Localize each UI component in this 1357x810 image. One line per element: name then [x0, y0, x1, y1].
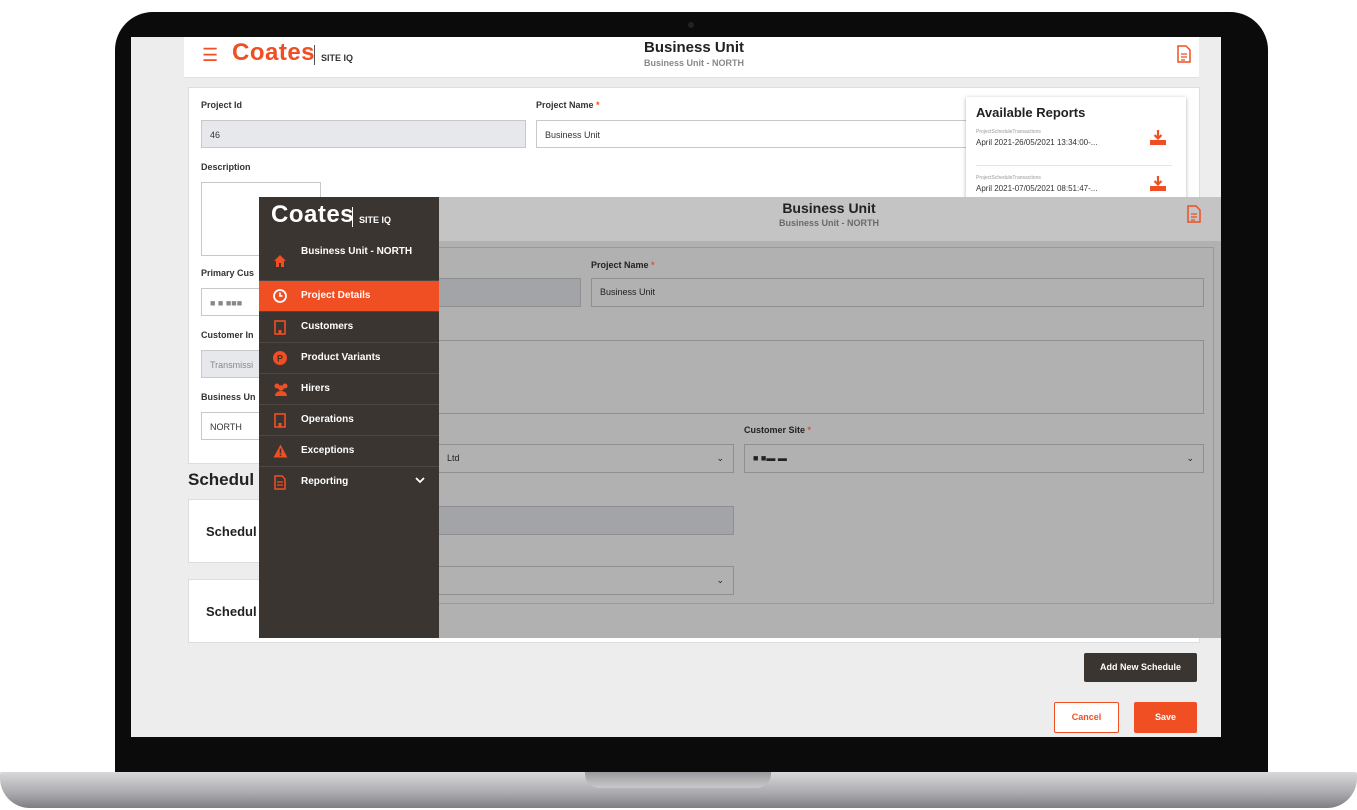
logo-divider [314, 45, 315, 65]
sidebar-item-label: Product Variants [301, 352, 381, 363]
sidebar-nav: Coates SITE IQ Business Unit - NORTH Pro… [259, 197, 439, 638]
sidebar-item-business-unit[interactable]: Business Unit - NORTH [259, 241, 439, 281]
report-name: ProjectScheduleTransactions [976, 175, 1041, 181]
page-title: Business Unit [643, 39, 745, 56]
sidebar-item-operations[interactable]: Operations [259, 405, 439, 436]
customer-site-value: ■ ■▬ ▬ [753, 453, 787, 463]
report-date: April 2021-07/05/2021 08:51:47-... [976, 184, 1098, 193]
overlay-form-card: Project Name * Business Unit Customer Si… [437, 247, 1214, 604]
overlay-project-name-field[interactable]: Business Unit [591, 278, 1204, 307]
chevron-down-icon: ⌄ [716, 575, 724, 585]
building-icon [273, 413, 287, 428]
customer-site-label: Customer Site * [744, 425, 812, 435]
overlay-window: Business Unit Business Unit - NORTH Proj… [259, 197, 1221, 638]
page-subtitle: Business Unit - NORTH [643, 58, 744, 68]
description-label: Description [201, 162, 251, 172]
project-name-label: Project Name * [536, 100, 600, 110]
overlay-page-subtitle: Business Unit - NORTH [778, 218, 879, 228]
overlay-description-textarea[interactable] [438, 340, 1204, 414]
p-circle-icon: P [273, 351, 287, 365]
schedule-card-label: Schedul [206, 604, 257, 619]
report-name: ProjectScheduleTransactions [976, 129, 1041, 135]
overlay-project-name-label: Project Name * [591, 260, 655, 270]
overlay-customer-value: Ltd [447, 453, 460, 463]
overlay-page-title: Business Unit [782, 200, 876, 216]
sidebar-item-label: Exceptions [301, 445, 355, 456]
sidebar-item-label: Reporting [301, 476, 349, 487]
sidebar-item-product-variants[interactable]: P Product Variants [259, 343, 439, 374]
home-icon [273, 254, 287, 268]
building-icon [273, 320, 287, 335]
sidebar-brand-suffix: SITE IQ [359, 215, 392, 225]
chevron-down-icon: ⌄ [1186, 453, 1194, 463]
clock-icon [273, 289, 287, 303]
customer-in-label: Customer In [201, 330, 254, 340]
svg-text:P: P [277, 354, 283, 364]
schedules-heading: Schedul [188, 470, 255, 489]
project-id-label: Project Id [201, 100, 243, 110]
report-date: April 2021-26/05/2021 13:34:00-... [976, 138, 1098, 147]
save-button[interactable]: Save [1134, 702, 1197, 733]
sidebar-brand-logo: Coates [271, 201, 355, 228]
sidebar-item-label: Operations [301, 414, 354, 425]
laptop-notch [585, 772, 771, 788]
app-header: ☰ Coates SITE IQ Business Unit Business … [184, 37, 1199, 78]
brand-suffix: SITE IQ [321, 53, 354, 63]
users-icon [273, 382, 288, 396]
available-reports-popup: Available Reports ProjectScheduleTransac… [966, 97, 1186, 212]
download-icon[interactable] [1149, 175, 1167, 195]
hamburger-menu-icon[interactable]: ☰ [202, 45, 218, 66]
cancel-button[interactable]: Cancel [1054, 702, 1119, 733]
overlay-project-id-field[interactable] [438, 278, 581, 307]
sidebar-item-project-details[interactable]: Project Details [259, 281, 439, 312]
overlay-business-unit-select[interactable]: ⌄ [438, 566, 734, 595]
sidebar-item-label: Business Unit - NORTH [301, 246, 413, 257]
business-unit-label: Business Un [201, 392, 256, 402]
sidebar-item-reporting[interactable]: Reporting [259, 467, 439, 498]
overlay-readonly-field[interactable] [438, 506, 734, 535]
primary-customer-label: Primary Cus [201, 268, 255, 278]
add-new-schedule-button[interactable]: Add New Schedule [1084, 653, 1197, 682]
sidebar-item-exceptions[interactable]: Exceptions [259, 436, 439, 467]
sidebar-item-label: Project Details [301, 290, 371, 301]
laptop-screen: ☰ Coates SITE IQ Business Unit Business … [131, 37, 1221, 737]
warning-icon [273, 444, 288, 458]
download-icon[interactable] [1149, 129, 1167, 149]
sidebar-item-label: Customers [301, 321, 354, 332]
chevron-down-icon[interactable] [415, 476, 425, 487]
customer-site-select[interactable]: ■ ■▬ ▬ ⌄ [744, 444, 1204, 473]
available-reports-title: Available Reports [976, 105, 1086, 120]
schedule-card-label: Schedul [206, 524, 257, 539]
report-icon [273, 475, 287, 490]
sidebar-item-label: Hirers [301, 383, 330, 394]
sidebar-item-hirers[interactable]: Hirers [259, 374, 439, 405]
report-item[interactable]: ProjectScheduleTransactions April 2021-2… [976, 123, 1172, 166]
laptop-camera [688, 22, 694, 28]
logo-divider [352, 207, 353, 227]
project-name-field[interactable]: Business Unit [536, 120, 976, 148]
project-id-field[interactable]: 46 [201, 120, 526, 148]
sidebar-item-customers[interactable]: Customers [259, 312, 439, 343]
document-icon[interactable] [1177, 45, 1191, 68]
brand-logo: Coates [232, 39, 316, 66]
chevron-down-icon: ⌄ [716, 453, 724, 463]
overlay-customer-select[interactable]: Ltd ⌄ [438, 444, 734, 473]
document-icon[interactable] [1187, 205, 1201, 228]
